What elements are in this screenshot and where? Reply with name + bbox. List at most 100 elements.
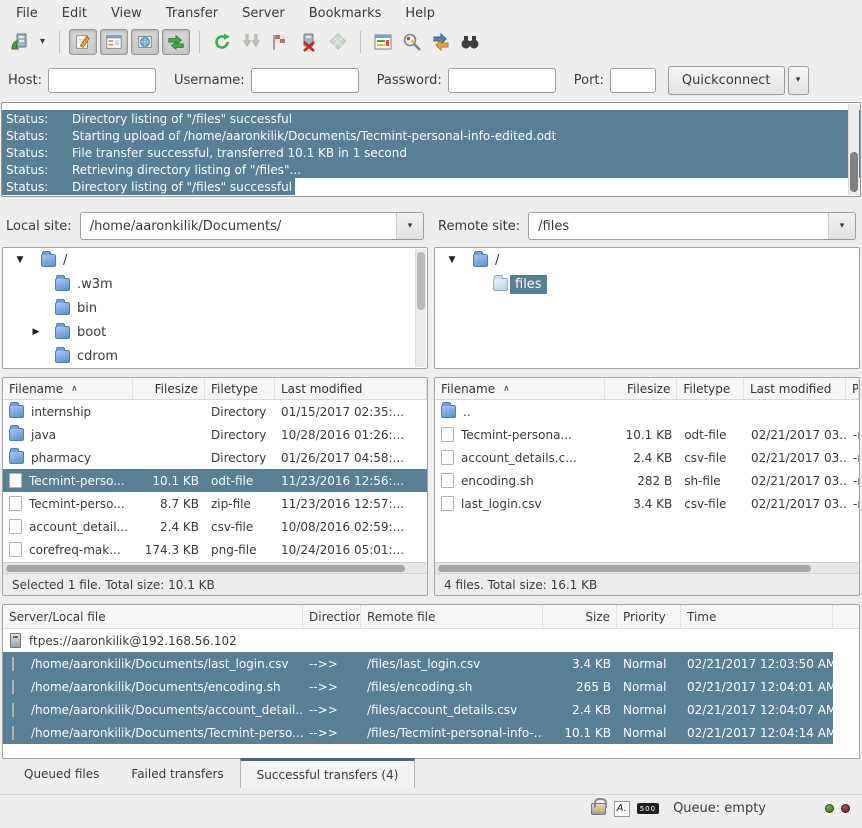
column-header-filesize[interactable]: Filesize [133,378,205,399]
speed-limits-icon[interactable]: 500 [637,803,659,814]
file-row[interactable]: corefreq-mak... 174.3 KB png-file 10/24/… [3,538,427,561]
log-row[interactable]: Status: Directory listing of "/files" su… [2,178,860,195]
tree-item-root[interactable]: ▼ / [435,248,859,272]
local-path-dropdown-button[interactable]: ▾ [396,213,423,239]
quickconnect-dropdown-button[interactable]: ▾ [788,66,809,95]
tree-item-cdrom[interactable]: cdrom [3,344,427,368]
tree-item-root[interactable]: ▼ / [3,248,427,272]
remote-path[interactable]: /files [529,213,828,239]
password-input[interactable] [448,68,556,93]
quickconnect-button[interactable]: Quickconnect [668,66,785,95]
tree-item-w3m[interactable]: .w3m [3,272,427,296]
column-header-filename[interactable]: Filename ∧ [435,378,605,399]
column-header-last-modified[interactable]: Last modified [744,378,846,399]
toggle-remote-tree-button[interactable] [131,29,159,55]
menu-view[interactable]: View [99,2,154,25]
tree-item-boot[interactable]: ▶ boot [3,320,427,344]
log-row[interactable]: Status: Directory listing of "/files" su… [2,110,860,127]
menu-server[interactable]: Server [230,2,297,25]
transfer-type-ascii-icon[interactable]: A. [614,801,630,817]
file-row[interactable]: account_details.c... 2.4 KB csv-file 02/… [435,446,859,469]
local-site-combo[interactable]: /home/aaronkilik/Documents/ ▾ [80,212,424,240]
site-manager-dropdown-caret[interactable]: ▾ [35,29,50,55]
file-row-selected[interactable]: Tecmint-perso... 10.1 KB odt-file 11/23/… [3,469,427,492]
directory-listing-filters-button[interactable] [370,29,396,55]
tab-successful-transfers[interactable]: Successful transfers (4) [240,758,416,788]
collapse-icon[interactable]: ▼ [13,255,27,265]
column-header-filetype[interactable]: Filetype [677,378,744,399]
menu-transfer[interactable]: Transfer [154,2,230,25]
tree-item-files-selected[interactable]: files [435,272,859,296]
column-header-remote-file[interactable]: Remote file [361,605,543,628]
log-row[interactable]: Status: Retrieving directory listing of … [2,161,860,178]
transfer-row[interactable]: /home/aaronkilik/Documents/encoding.sh -… [3,675,833,698]
column-header-filesize[interactable]: Filesize [605,378,677,399]
site-manager-button[interactable] [6,29,32,55]
file-row[interactable]: encoding.sh 282 B sh-file 02/21/2017 03.… [435,469,859,492]
process-queue-icon [241,32,261,52]
column-header-filetype[interactable]: Filetype [205,378,275,399]
disconnect-button[interactable] [296,29,322,55]
host-input[interactable] [48,68,156,93]
menu-bookmarks[interactable]: Bookmarks [297,2,394,25]
directory-comparison-button[interactable] [399,29,425,55]
file-icon [9,496,22,511]
column-header-time[interactable]: Time [681,605,833,628]
file-row[interactable]: internship Directory 01/15/2017 02:35:..… [3,400,427,423]
username-input[interactable] [251,68,359,93]
message-log-icon [74,33,92,51]
local-list-hscrollbar[interactable] [3,562,427,573]
reconnect-button[interactable] [325,29,351,55]
column-header-server-local-file[interactable]: Server/Local file [3,605,303,628]
log-scrollbar-thumb[interactable] [850,152,858,192]
column-header-filename[interactable]: Filename ∧ [3,378,133,399]
transfer-row[interactable]: /home/aaronkilik/Documents/account_detai… [3,698,833,721]
transfer-row[interactable]: /home/aaronkilik/Documents/last_login.cs… [3,652,833,675]
file-row[interactable]: Tecmint-persona... 10.1 KB odt-file 02/2… [435,423,859,446]
tab-queued-files[interactable]: Queued files [8,759,115,787]
log-row[interactable]: Status: File transfer successful, transf… [2,144,860,161]
menu-edit[interactable]: Edit [50,2,99,25]
local-list-hscrollbar-thumb[interactable] [6,565,405,572]
file-row-parent-dir[interactable]: .. [435,400,859,423]
tab-failed-transfers[interactable]: Failed transfers [115,759,239,787]
refresh-button[interactable] [209,29,235,55]
remote-list-hscrollbar[interactable] [435,562,859,573]
column-header-size[interactable]: Size [543,605,617,628]
find-files-button[interactable] [457,29,483,55]
local-tree-scrollbar[interactable] [415,249,426,367]
remote-site-combo[interactable]: /files ▾ [528,212,856,240]
tree-item-bin[interactable]: bin [3,296,427,320]
port-input[interactable] [610,68,656,93]
toggle-transfer-queue-button[interactable] [162,29,190,55]
column-header-direction[interactable]: Direction [303,605,361,628]
log-scrollbar[interactable] [848,104,859,195]
toggle-message-log-button[interactable] [69,29,97,55]
toggle-local-tree-button[interactable] [100,29,128,55]
file-row[interactable]: pharmacy Directory 01/26/2017 04:58:... [3,446,427,469]
column-header-last-modified[interactable]: Last modified [275,378,427,399]
log-row[interactable]: Status: Starting upload of /home/aaronki… [2,127,860,144]
encryption-lock-icon[interactable] [591,803,606,815]
column-header-permissions[interactable]: Per [846,378,859,399]
transfer-priority: Normal [617,703,681,717]
synchronized-browsing-button[interactable] [428,29,454,55]
transfer-row[interactable]: /home/aaronkilik/Documents/Tecmint-perso… [3,721,833,744]
cancel-operation-button[interactable] [267,29,293,55]
file-row[interactable]: account_detail... 2.4 KB csv-file 10/08/… [3,515,427,538]
file-row[interactable]: last_login.csv 3.4 KB csv-file 02/21/201… [435,492,859,515]
expand-icon[interactable]: ▶ [29,327,43,337]
process-queue-button[interactable] [238,29,264,55]
local-tree-scrollbar-thumb[interactable] [417,252,425,310]
menu-help[interactable]: Help [393,2,447,25]
file-row[interactable]: Tecmint-perso... 8.7 KB zip-file 11/23/2… [3,492,427,515]
queue-server-row[interactable]: ftpes://aaronkilik@192.168.56.102 [3,629,859,652]
collapse-icon[interactable]: ▼ [445,255,459,265]
file-row[interactable]: java Directory 10/28/2016 01:26:... [3,423,427,446]
local-path[interactable]: /home/aaronkilik/Documents/ [81,213,396,239]
remote-path-dropdown-button[interactable]: ▾ [828,213,855,239]
menu-file[interactable]: File [4,2,50,25]
column-header-priority[interactable]: Priority [617,605,681,628]
remote-list-hscrollbar-thumb[interactable] [438,565,811,572]
file-name: internship [31,405,91,419]
